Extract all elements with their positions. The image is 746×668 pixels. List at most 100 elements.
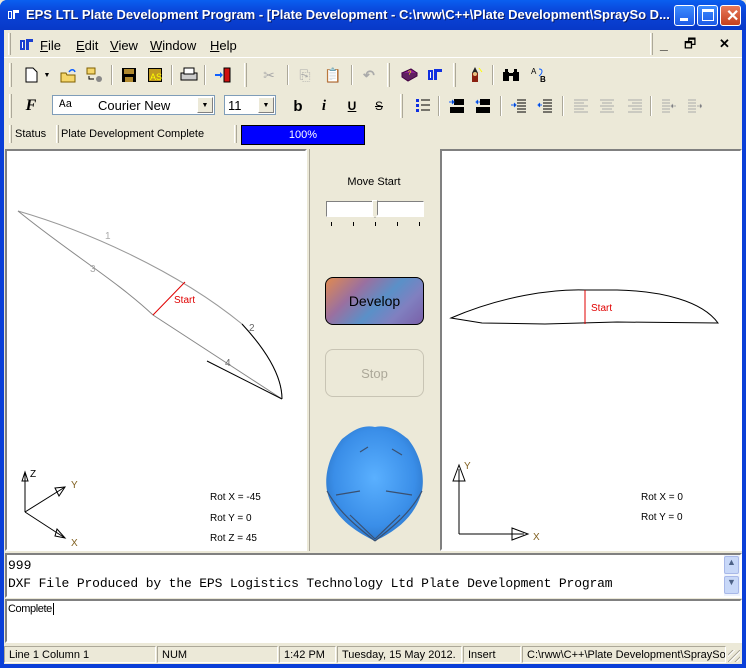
grip <box>56 125 59 143</box>
bullets-button[interactable] <box>412 95 434 117</box>
new-file-button[interactable] <box>20 64 42 86</box>
copy-icon: ⎘ <box>299 66 311 83</box>
chevron-down-icon[interactable]: ▼ <box>258 97 274 113</box>
print-button[interactable] <box>178 64 200 86</box>
scroll-down-button[interactable]: ▼ <box>724 576 739 594</box>
output-pane[interactable]: 999 DXF File Produced by the EPS Logisti… <box>5 553 742 598</box>
font-preview: Aa <box>59 99 73 111</box>
scroll-up-button[interactable]: ▲ <box>724 556 739 574</box>
slider-thumb[interactable] <box>372 200 378 218</box>
axis-x-label: X <box>533 532 540 543</box>
grip[interactable] <box>400 94 403 118</box>
grip[interactable] <box>453 63 456 87</box>
undo-button[interactable]: ↶ <box>358 64 380 86</box>
start-label: Start <box>174 295 195 306</box>
increase-indent-button[interactable] <box>508 95 530 117</box>
grip[interactable] <box>387 63 390 87</box>
font-dialog-button[interactable]: F <box>20 95 42 117</box>
close-button[interactable]: ✕ <box>720 5 741 26</box>
output-scrollbar[interactable]: ▲ ▼ <box>724 555 740 596</box>
paragraph-right-icon <box>688 99 702 113</box>
mdi-restore-button[interactable]: 🗗 <box>684 35 696 57</box>
folder-settings-icon <box>86 67 102 82</box>
progress-bar: 100% <box>241 125 365 145</box>
para-left-button[interactable] <box>658 95 680 117</box>
align-right-button[interactable] <box>624 95 646 117</box>
develop-label: Develop <box>348 293 401 309</box>
status-label: Status <box>15 128 47 140</box>
save-as-button[interactable]: AS <box>144 64 166 86</box>
axes-3d-icon: Z Y X <box>21 469 78 549</box>
stop-button[interactable]: Stop <box>325 349 424 397</box>
stop-label: Stop <box>361 365 388 381</box>
edge-label-4: 4 <box>225 358 231 369</box>
app-logo-icon <box>20 39 33 50</box>
about-button[interactable] <box>424 64 446 86</box>
edge-label-3: 3 <box>90 264 96 275</box>
chevron-down-icon[interactable]: ▼ <box>197 97 213 113</box>
move-start-slider[interactable] <box>326 200 424 218</box>
grip[interactable] <box>8 33 11 55</box>
underline-button[interactable]: U <box>341 95 363 117</box>
align-center-button[interactable] <box>596 95 618 117</box>
align-center-icon <box>600 99 614 113</box>
save-as-icon: AS <box>148 68 162 82</box>
grip[interactable] <box>9 94 12 118</box>
font-name-select[interactable]: Aa Courier New ▼ <box>52 95 215 115</box>
help-button[interactable]: ? <box>398 64 420 86</box>
save-button[interactable] <box>118 64 140 86</box>
grip[interactable] <box>244 63 247 87</box>
new-file-dropdown[interactable]: ▼ <box>42 64 52 86</box>
menu-window[interactable]: Window <box>150 38 196 53</box>
resize-grip[interactable] <box>728 650 740 662</box>
replace-button[interactable]: AB <box>528 64 550 86</box>
cursor-position: Line 1 Column 1 <box>4 646 156 663</box>
exit-button[interactable] <box>212 64 234 86</box>
indent-block-button[interactable] <box>446 95 468 117</box>
bold-button[interactable]: b <box>287 95 309 117</box>
menu-file[interactable]: File <box>40 38 61 53</box>
open-button[interactable] <box>58 64 80 86</box>
mdi-minimize-button[interactable]: _ <box>660 36 668 52</box>
separator <box>650 96 652 116</box>
editor-text[interactable]: Complete <box>8 603 54 615</box>
align-left-icon <box>574 99 588 113</box>
right-2d-view[interactable]: Start Y X Rot X = 0 Rot Y = 0 <box>440 149 742 551</box>
strikethrough-button[interactable]: S <box>368 95 390 117</box>
italic-button[interactable]: i <box>313 95 335 117</box>
app-logo-icon <box>8 10 19 19</box>
decrease-indent-button[interactable] <box>534 95 556 117</box>
find-binoculars-icon <box>503 69 519 81</box>
para-right-button[interactable] <box>684 95 706 117</box>
menu-bar: File Edit View Window Help _ 🗗 ✕ <box>4 30 742 58</box>
align-left-button[interactable] <box>570 95 592 117</box>
axes-2d-icon: Y X <box>452 461 540 543</box>
minimize-button[interactable] <box>674 5 695 26</box>
cut-button[interactable]: ✂ <box>258 64 280 86</box>
menu-edit[interactable]: Edit <box>76 38 98 53</box>
grip[interactable] <box>9 63 12 87</box>
editor-pane[interactable]: Complete <box>5 599 742 643</box>
paste-button[interactable]: 📋 <box>322 64 344 86</box>
paragraph-left-icon <box>662 99 676 113</box>
rot-y-readout: Rot Y = 0 <box>641 512 683 523</box>
mdi-close-button[interactable]: ✕ <box>719 36 730 52</box>
left-3d-view[interactable]: 1 2 3 4 Start Z Y X Rot X = -45 Rot Y = … <box>5 149 307 551</box>
menu-view[interactable]: View <box>110 38 138 53</box>
clock-time: 1:42 PM <box>279 646 336 663</box>
title-bar[interactable]: EPS LTL Plate Development Program - [Pla… <box>0 0 746 30</box>
find-button[interactable] <box>500 64 522 86</box>
copy-button[interactable]: ⎘ <box>294 64 316 86</box>
rot-x-readout: Rot X = -45 <box>210 492 261 503</box>
plate-edge-2 <box>241 323 283 400</box>
folder-settings-button[interactable] <box>84 64 106 86</box>
develop-button[interactable]: Develop <box>325 277 424 325</box>
minimize-icon <box>680 18 688 21</box>
wizard-button[interactable] <box>464 64 486 86</box>
help-book-icon: ? <box>401 68 418 82</box>
outdent-block-button[interactable] <box>472 95 494 117</box>
menu-help[interactable]: Help <box>210 38 237 53</box>
maximize-button[interactable] <box>697 5 718 26</box>
font-size-select[interactable]: 11 ▼ <box>224 95 276 115</box>
font-size-value: 11 <box>228 98 242 113</box>
